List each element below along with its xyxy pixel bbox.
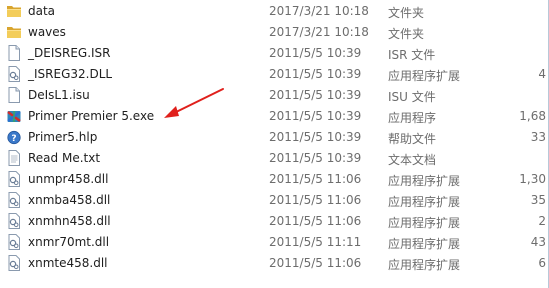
file-name: xnmte458.dll [28,256,108,270]
file-row-deisl1-isu[interactable]: DeIsL1.isu 2011/5/5 10:39 ISU 文件 [0,85,549,106]
file-list: data 2017/3/21 10:18 文件夹 waves 2017/3/21… [0,0,549,288]
file-type: 应用程序扩展 [388,237,461,251]
file-date: 2017/3/21 10:18 [269,4,369,18]
file-date: 2011/5/5 10:39 [269,46,362,60]
file-name: xnmhn458.dll [28,214,111,228]
file-size: 4 [538,67,546,81]
file-type: 应用程序扩展 [388,195,461,209]
file-name: xnmba458.dll [28,193,111,207]
file-size: 1,30 [519,172,546,186]
file-row-xnmte458-dll[interactable]: xnmte458.dll 2011/5/5 11:06 应用程序扩展 6 [0,253,549,274]
file-row-primer-premier-exe[interactable]: Primer Premier 5.exe 2011/5/5 10:39 应用程序… [0,106,549,127]
file-name: Read Me.txt [28,151,101,165]
file-size: 6 [538,256,546,270]
svg-text:?: ? [11,134,16,144]
blank-file-icon [8,87,20,103]
file-type: 文本文档 [388,153,437,167]
file-date: 2017/3/21 10:18 [269,25,369,39]
file-row-waves[interactable]: waves 2017/3/21 10:18 文件夹 [0,22,549,43]
dll-file-icon [8,234,20,250]
file-row-xnmr70mt-dll[interactable]: xnmr70mt.dll 2011/5/5 11:11 应用程序扩展 43 [0,232,549,253]
dll-file-icon [8,171,20,187]
file-name: Primer5.hlp [28,130,98,144]
file-date: 2011/5/5 11:11 [269,235,362,249]
file-date: 2011/5/5 11:06 [269,193,362,207]
file-date: 2011/5/5 11:06 [269,256,362,270]
file-name: unmpr458.dll [28,172,109,186]
file-name: _ISREG32.DLL [28,67,113,81]
file-size: 1,68 [519,109,546,123]
file-type: ISU 文件 [388,90,436,104]
file-name: waves [28,25,66,39]
file-size: 33 [530,130,546,144]
dll-file-icon [8,213,20,229]
primer-app-icon [7,111,21,122]
file-name: xnmr70mt.dll [28,235,110,249]
file-name: data [28,4,56,18]
file-size: 35 [530,193,546,207]
file-date: 2011/5/5 11:06 [269,214,362,228]
file-type: 文件夹 [388,27,425,41]
file-type: 应用程序扩展 [388,258,461,272]
file-row-xnmhn458-dll[interactable]: xnmhn458.dll 2011/5/5 11:06 应用程序扩展 2 [0,211,549,232]
file-name: _DEISREG.ISR [28,46,111,60]
file-date: 2011/5/5 10:39 [269,88,362,102]
file-type: 应用程序扩展 [388,216,461,230]
file-type: 文件夹 [388,6,425,20]
file-row-deisreg-isr[interactable]: _DEISREG.ISR 2011/5/5 10:39 ISR 文件 [0,43,549,64]
file-date: 2011/5/5 10:39 [269,151,362,165]
file-name: Primer Premier 5.exe [28,109,155,123]
file-row-readme-txt[interactable]: Read Me.txt 2011/5/5 10:39 文本文档 [0,148,549,169]
dll-file-icon [8,255,20,271]
file-type: 应用程序扩展 [388,69,461,83]
folder-icon [7,6,21,17]
file-type: 应用程序扩展 [388,174,461,188]
file-row-unmpr458-dll[interactable]: unmpr458.dll 2011/5/5 11:06 应用程序扩展 1,30 [0,169,549,190]
file-size: 43 [530,235,546,249]
file-size: 2 [538,214,546,228]
file-row-isreg32-dll[interactable]: _ISREG32.DLL 2011/5/5 10:39 应用程序扩展 4 [0,64,549,85]
file-date: 2011/5/5 11:06 [269,172,362,186]
file-date: 2011/5/5 10:39 [269,130,362,144]
file-row-xnmba458-dll[interactable]: xnmba458.dll 2011/5/5 11:06 应用程序扩展 35 [0,190,549,211]
file-type: 帮助文件 [388,132,437,146]
dll-file-icon [8,192,20,208]
file-type: ISR 文件 [388,48,436,62]
blank-file-icon [8,45,20,61]
file-row-primer5-hlp[interactable]: ? Primer5.hlp 2011/5/5 10:39 帮助文件 33 [0,127,549,148]
file-row-data[interactable]: data 2017/3/21 10:18 文件夹 [0,1,549,22]
dll-file-icon [8,66,20,82]
text-file-icon [8,150,20,166]
file-type: 应用程序 [388,111,437,125]
file-name: DeIsL1.isu [28,88,90,102]
file-date: 2011/5/5 10:39 [269,109,362,123]
file-date: 2011/5/5 10:39 [269,67,362,81]
help-file-icon: ? [7,130,21,145]
folder-icon [7,27,21,38]
